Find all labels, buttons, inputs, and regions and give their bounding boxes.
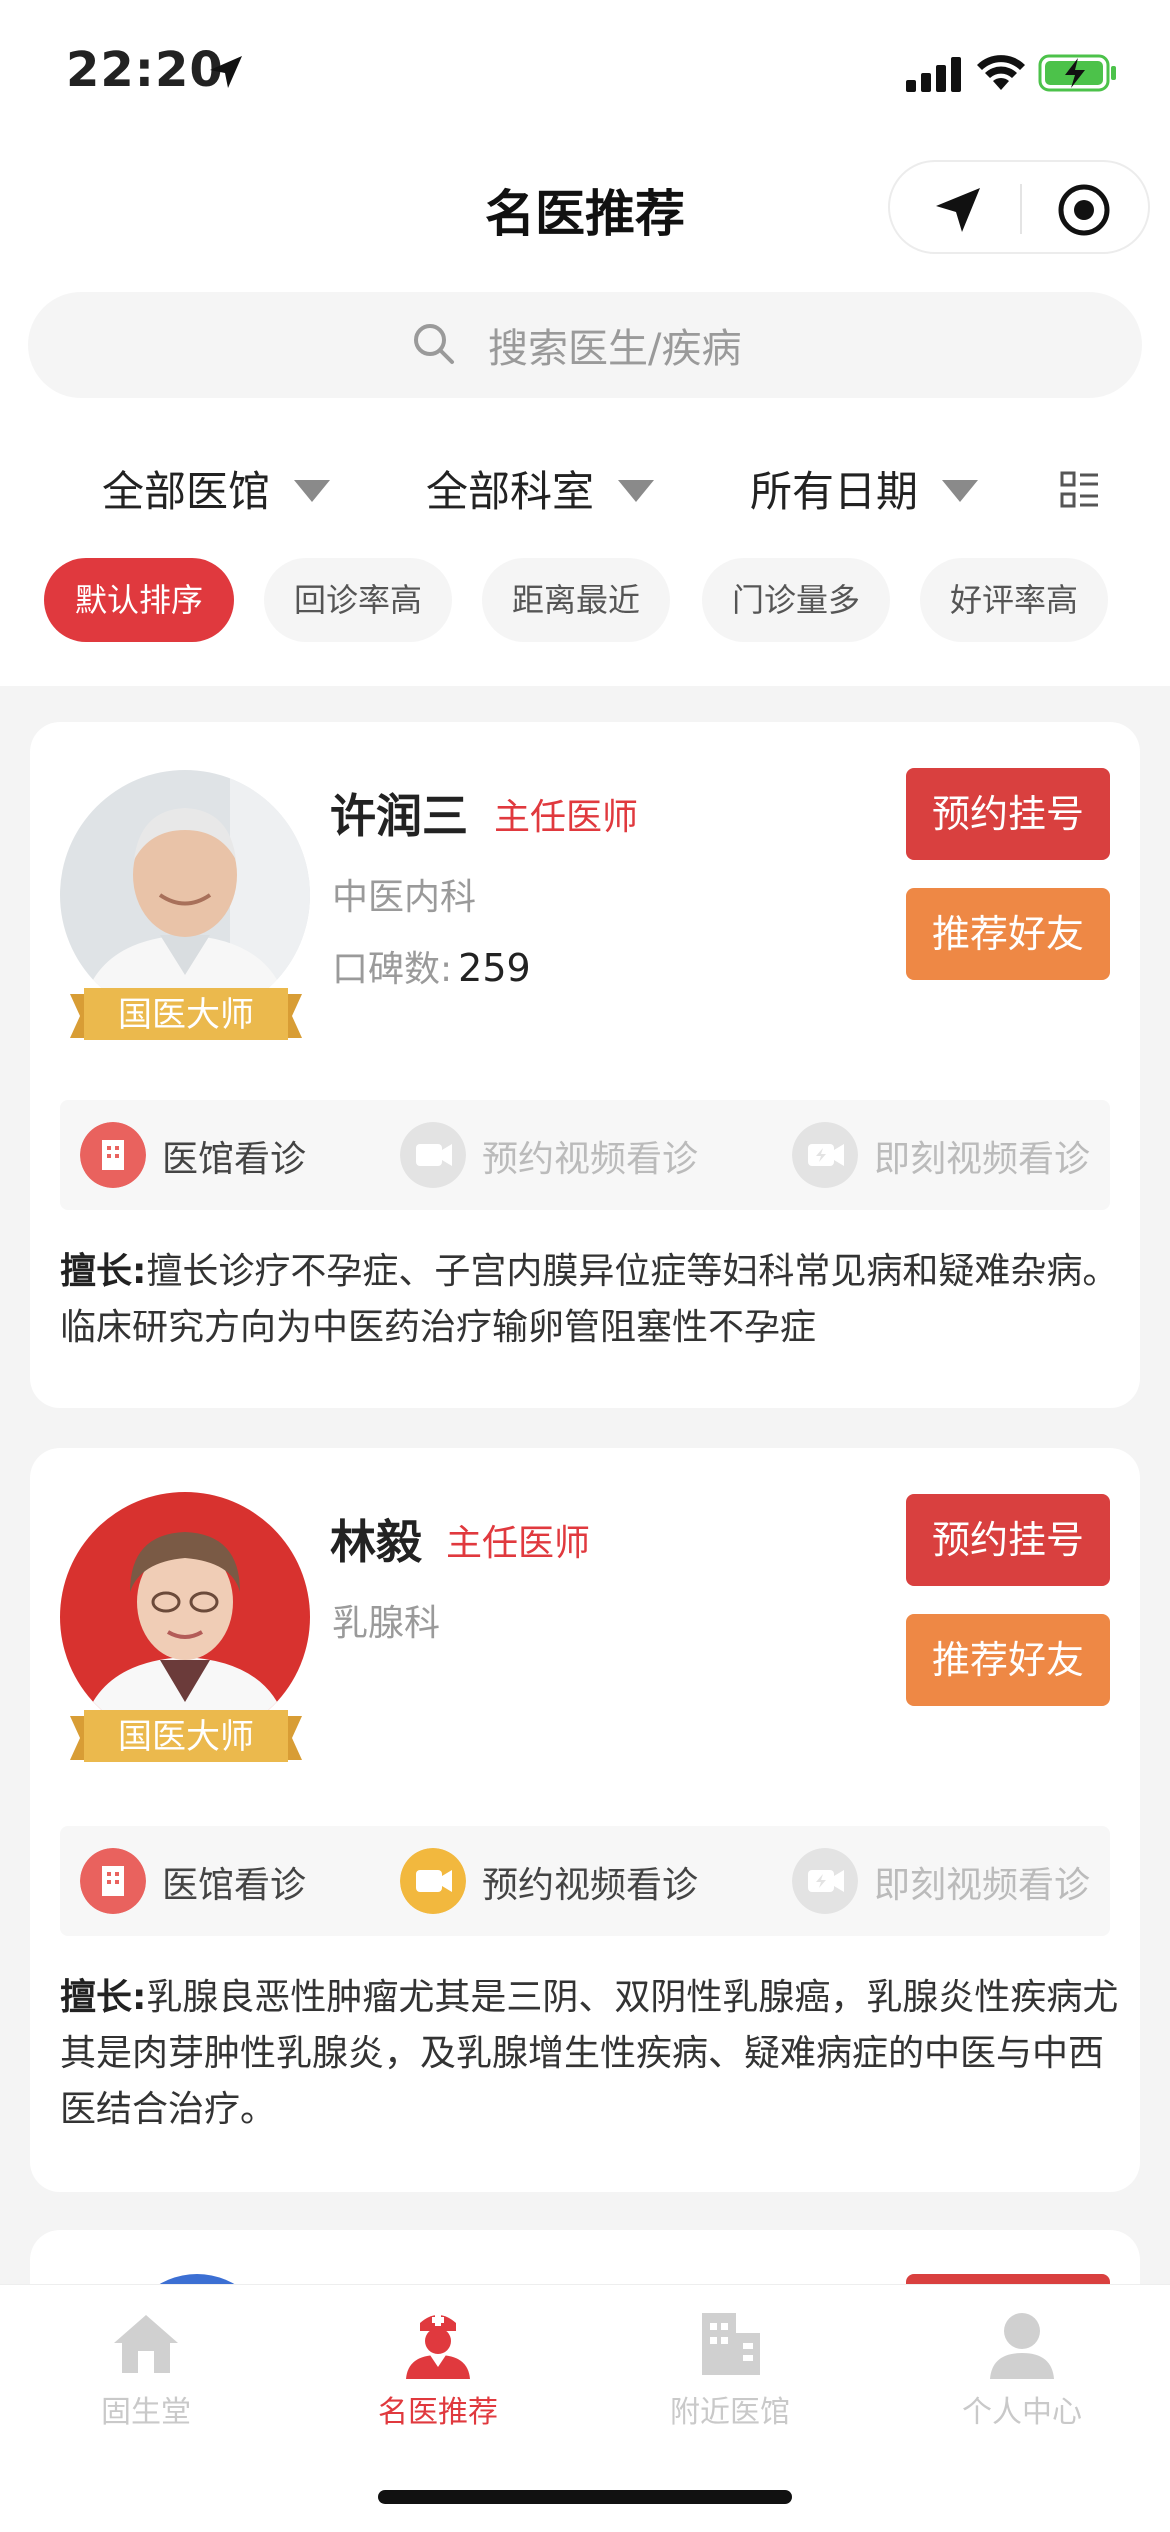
video-camera-icon — [400, 1848, 466, 1914]
mini-program-capsule — [888, 160, 1150, 254]
building-icon — [702, 2313, 760, 2375]
filter-date[interactable]: 所有日期 — [750, 458, 979, 519]
master-badge: 国医大师 — [70, 984, 302, 1048]
tab-profile-label: 个人中心 — [962, 2395, 1082, 2430]
instant-video-icon — [792, 1122, 858, 1188]
book-appointment-button[interactable]: 预约挂号 — [906, 1494, 1110, 1586]
tab-doctors-label: 名医推荐 — [378, 2395, 498, 2430]
battery-charging-icon — [1038, 54, 1116, 92]
status-bar: 22:20 — [0, 0, 1170, 140]
specialty-label: 擅长: — [60, 1251, 147, 1292]
sort-chip-default[interactable]: 默认排序 — [44, 558, 234, 642]
tab-doctors[interactable]: 名医推荐 — [292, 2303, 584, 2431]
service-instant-video[interactable]: 即刻视频看诊 — [792, 1120, 1092, 1190]
filter-department[interactable]: 全部科室 — [426, 458, 655, 519]
doctor-card[interactable]: 国医大师 许润三 主任医师 中医内科 口碑数: 259 预约挂号 推荐好友 医馆看… — [30, 722, 1140, 1408]
dropdown-triangle-icon — [294, 479, 331, 502]
service-bar: 医馆看诊 预约视频看诊 即刻视频看诊 — [60, 1100, 1110, 1210]
master-badge-text: 国医大师 — [118, 995, 254, 1035]
sort-chip-distance[interactable]: 距离最近 — [482, 558, 670, 642]
doctor-name: 林毅 — [330, 1515, 422, 1569]
doctor-card[interactable]: 国医大师 林毅 主任医师 乳腺科 预约挂号 推荐好友 医馆看诊 预约视频看诊 即… — [30, 1448, 1140, 2192]
status-time: 22:20 — [66, 42, 224, 98]
doctor-avatar — [60, 770, 310, 1020]
service-clinic-label: 医馆看诊 — [162, 1865, 307, 1906]
clinic-icon — [80, 1122, 146, 1188]
tab-nearby-label: 附近医馆 — [670, 2395, 790, 2430]
tab-nearby[interactable]: 附近医馆 — [584, 2303, 876, 2431]
filter-clinic[interactable]: 全部医馆 — [102, 458, 331, 519]
filter-department-label: 全部科室 — [426, 467, 595, 516]
sort-chip-visits[interactable]: 门诊量多 — [702, 558, 890, 642]
navigation-icon[interactable] — [932, 184, 984, 236]
home-icon — [114, 2315, 178, 2373]
rating-value: 259 — [458, 946, 531, 990]
recommend-friend-button[interactable]: 推荐好友 — [906, 1614, 1110, 1706]
service-video-booking[interactable]: 预约视频看诊 — [400, 1846, 700, 1916]
rating-label: 口碑数: — [332, 949, 453, 990]
doctor-specialty: 擅长:乳腺良恶性肿瘤尤其是三阴、双阴性乳腺癌，乳腺炎性疾病尤其是肉芽肿性乳腺炎，… — [60, 1970, 1120, 2138]
service-clinic[interactable]: 医馆看诊 — [80, 1846, 320, 1916]
doctor-name: 许润三 — [330, 789, 468, 843]
dropdown-triangle-icon — [618, 479, 655, 502]
sort-chip-return-rate[interactable]: 回诊率高 — [264, 558, 452, 642]
clinic-icon — [80, 1848, 146, 1914]
doctor-specialty: 擅长:擅长诊疗不孕症、子宫内膜异位症等妇科常见病和疑难杂病。临床研究方向为中医药… — [60, 1244, 1120, 1356]
service-bar: 医馆看诊 预约视频看诊 即刻视频看诊 — [60, 1826, 1110, 1936]
tab-home[interactable]: 固生堂 — [0, 2303, 292, 2431]
doctor-department: 中医内科 — [332, 877, 477, 918]
search-bar[interactable]: 搜索医生/疾病 — [28, 292, 1142, 398]
sort-chip-reviews[interactable]: 好评率高 — [920, 558, 1108, 642]
tab-profile[interactable]: 个人中心 — [876, 2303, 1168, 2431]
doctor-avatar — [60, 1492, 310, 1742]
doctor-department: 乳腺科 — [332, 1603, 441, 1644]
location-arrow-icon — [210, 56, 242, 88]
specialty-text: 乳腺良恶性肿瘤尤其是三阴、双阴性乳腺癌，乳腺炎性疾病尤其是肉芽肿性乳腺炎，及乳腺… — [60, 1977, 1119, 2130]
tab-home-label: 固生堂 — [101, 2395, 191, 2430]
person-icon — [990, 2313, 1054, 2379]
service-clinic-label: 医馆看诊 — [162, 1139, 307, 1180]
doctor-rating: 口碑数: 259 — [332, 940, 531, 992]
specialty-label: 擅长: — [60, 1977, 147, 2018]
service-video-booking[interactable]: 预约视频看诊 — [400, 1120, 700, 1190]
filter-clinic-label: 全部医馆 — [102, 467, 271, 516]
specialty-text: 擅长诊疗不孕症、子宫内膜异位症等妇科常见病和疑难杂病。临床研究方向为中医药治疗输… — [60, 1251, 1119, 1348]
home-indicator — [378, 2490, 792, 2504]
capsule-divider — [1020, 184, 1022, 234]
service-instant-video-label: 即刻视频看诊 — [874, 1139, 1091, 1180]
wifi-icon — [977, 55, 1025, 90]
close-target-icon[interactable] — [1056, 182, 1112, 238]
instant-video-icon — [792, 1848, 858, 1914]
search-placeholder: 搜索医生/疾病 — [488, 326, 742, 372]
book-appointment-button[interactable]: 预约挂号 — [906, 768, 1110, 860]
service-video-booking-label: 预约视频看诊 — [482, 1865, 699, 1906]
dropdown-triangle-icon — [942, 479, 979, 502]
search-icon — [414, 324, 454, 364]
service-clinic[interactable]: 医馆看诊 — [80, 1120, 320, 1190]
doctor-title: 主任医师 — [494, 797, 639, 838]
doctor-title: 主任医师 — [446, 1523, 591, 1564]
list-view-icon[interactable] — [1060, 470, 1100, 510]
master-badge-text: 国医大师 — [118, 1717, 254, 1757]
service-video-booking-label: 预约视频看诊 — [482, 1139, 699, 1180]
video-camera-icon — [400, 1122, 466, 1188]
master-badge: 国医大师 — [70, 1706, 302, 1770]
doctor-icon — [406, 2314, 470, 2379]
filter-date-label: 所有日期 — [750, 467, 919, 516]
recommend-friend-button[interactable]: 推荐好友 — [906, 888, 1110, 980]
service-instant-video[interactable]: 即刻视频看诊 — [792, 1846, 1092, 1916]
cellular-signal-icon — [906, 57, 961, 92]
service-instant-video-label: 即刻视频看诊 — [874, 1865, 1091, 1906]
